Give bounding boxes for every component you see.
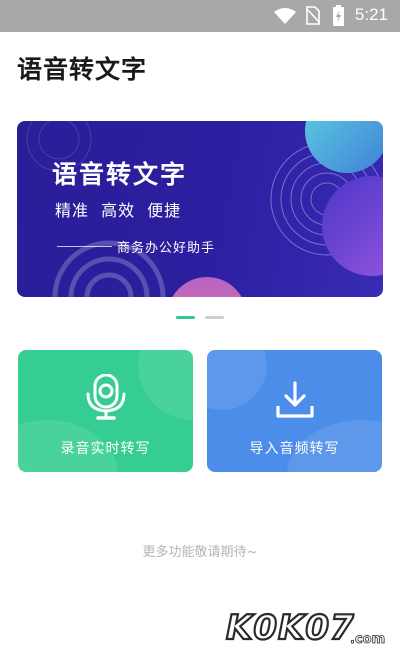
record-transcribe-button[interactable]: 录音实时转写 (18, 350, 193, 472)
import-audio-button[interactable]: 导入音频转写 (207, 350, 382, 472)
page-title: 语音转文字 (17, 55, 148, 84)
pager-dot-active[interactable] (176, 316, 195, 319)
no-sim-icon (306, 6, 320, 25)
pager-dot[interactable] (205, 316, 224, 319)
battery-charging-icon (333, 5, 344, 26)
banner-slogan: 商务办公好助手 (117, 241, 216, 256)
svg-text:.com: .com (350, 632, 385, 647)
wifi-icon (274, 8, 296, 24)
card-decoration (138, 350, 193, 420)
download-icon (275, 381, 314, 418)
record-transcribe-label: 录音实时转写 (60, 441, 151, 457)
svg-text:K0K07: K0K07 (226, 608, 355, 648)
status-time: 5:21 (354, 5, 388, 24)
watermark-logo: K0K07 .com (225, 607, 386, 649)
card-decoration (207, 350, 267, 410)
banner-divider-line (57, 246, 112, 247)
banner-title: 语音转文字 (52, 160, 188, 189)
microphone-icon (86, 374, 125, 420)
banner-features: 精准 高效 便捷 (55, 201, 182, 220)
banner-pager (0, 316, 400, 320)
status-bar: 5:21 (0, 0, 400, 32)
import-audio-label: 导入音频转写 (249, 441, 340, 457)
promo-banner[interactable]: 语音转文字 精准 高效 便捷 商务办公好助手 (17, 121, 383, 297)
more-features-text: 更多功能敬请期待~ (142, 545, 258, 560)
